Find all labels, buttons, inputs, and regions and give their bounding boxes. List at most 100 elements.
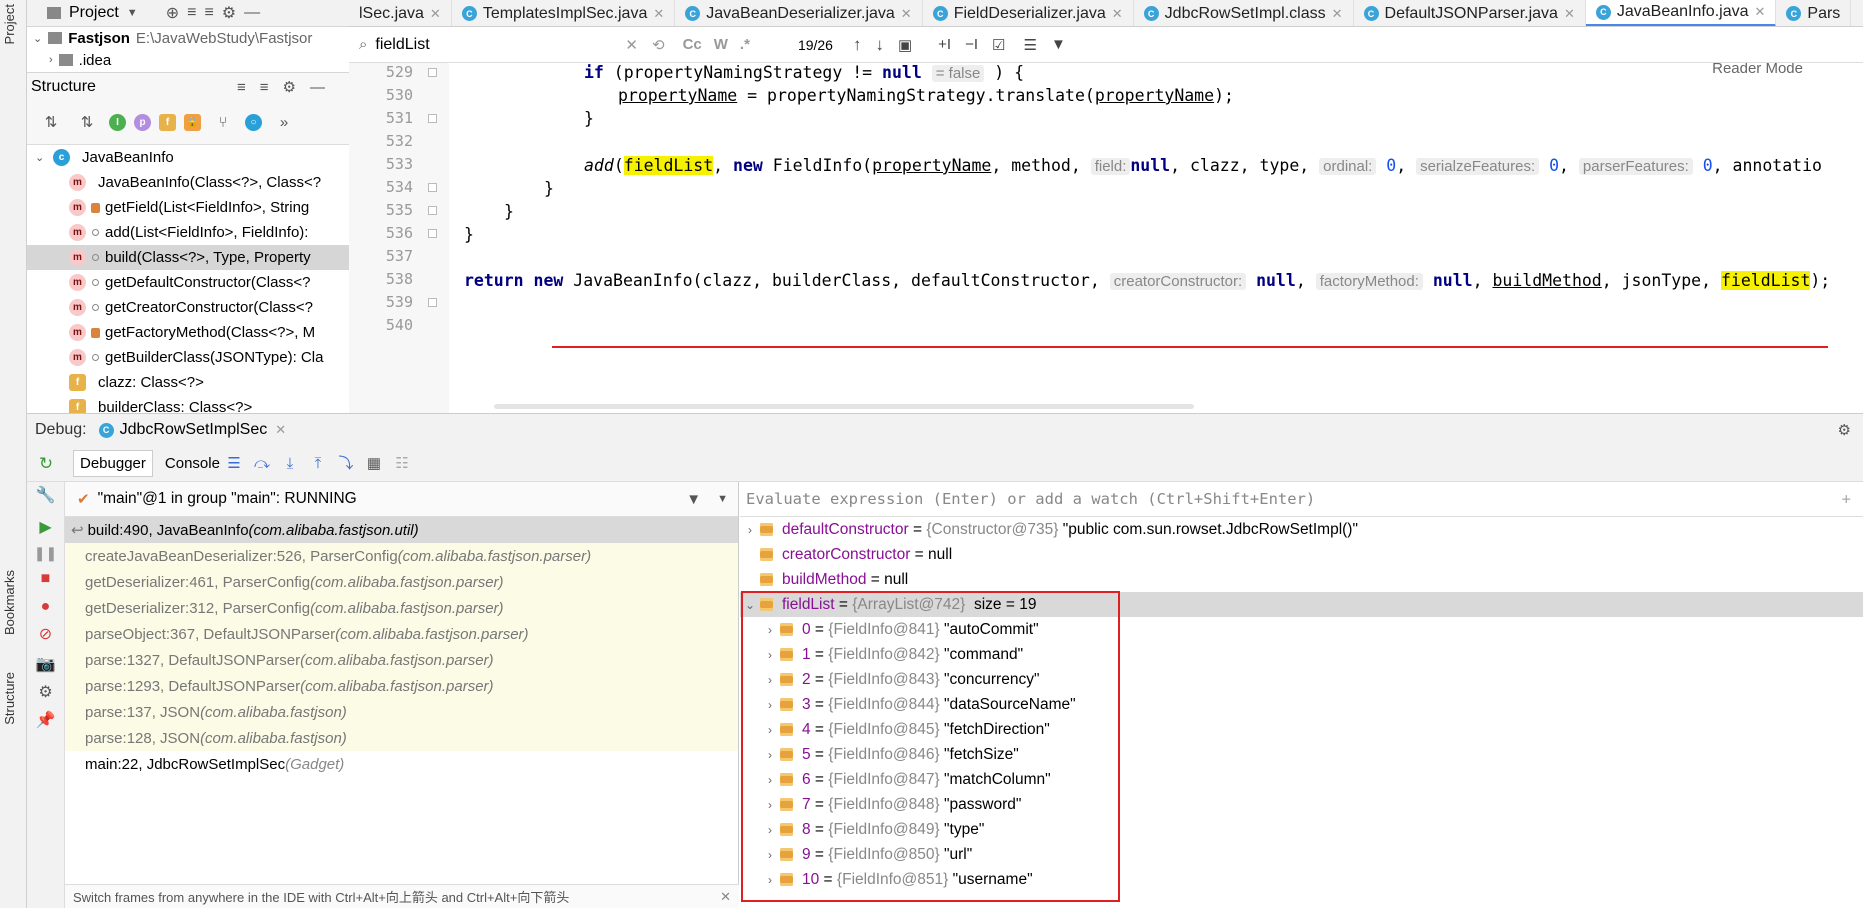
tab-debugger[interactable]: Debugger — [73, 450, 153, 477]
collapse-icon[interactable]: ≡ — [237, 79, 260, 96]
step-over-icon[interactable]: ⤼ — [254, 455, 270, 472]
horizontal-scrollbar[interactable] — [494, 404, 1194, 409]
stack-frame[interactable]: getDeserializer:312, ParserConfig (com.a… — [65, 595, 738, 621]
fold-icon[interactable] — [428, 298, 437, 307]
filter-icon[interactable]: ▼ — [1051, 36, 1066, 53]
close-icon[interactable]: ✕ — [430, 6, 441, 22]
gear-icon[interactable]: ⚙ — [222, 3, 236, 23]
stack-frame[interactable]: createJavaBeanDeserializer:526, ParserCo… — [65, 543, 738, 569]
structure-item[interactable]: m getCreatorConstructor(Class<? — [27, 295, 349, 320]
run-to-cursor-icon[interactable]: ⤵ — [338, 455, 354, 472]
view-breakpoints-icon[interactable]: ● — [27, 598, 64, 616]
close-icon[interactable]: ✕ — [1112, 6, 1123, 22]
close-icon[interactable]: ✕ — [275, 422, 286, 438]
sort-alpha-icon[interactable]: ⇅ — [43, 114, 59, 131]
gear-icon[interactable]: ⚙ — [1838, 421, 1851, 439]
camera-icon[interactable]: 📷 — [27, 654, 64, 674]
structure-item[interactable]: m getBuilderClass(JSONType): Cla — [27, 345, 349, 370]
chevron-down-icon[interactable]: ▼ — [127, 7, 138, 19]
structure-item[interactable]: m getField(List<FieldInfo>, String — [27, 195, 349, 220]
variable-row[interactable]: › defaultConstructor = {Constructor@735} … — [740, 517, 1863, 542]
code-editor[interactable]: Reader Mode if (propertyNamingStrategy !… — [449, 63, 1863, 413]
previous-occurrence-icon[interactable]: ↑ — [853, 35, 862, 55]
rerun-icon[interactable]: ↻ — [27, 454, 65, 474]
select-all-occurrences-icon[interactable]: ☑ — [992, 36, 1005, 54]
bookmarks-tool-tab[interactable]: Bookmarks — [2, 570, 17, 635]
hierarchy-icon[interactable]: ⑂ — [215, 114, 231, 131]
stack-frame[interactable]: getDeserializer:461, ParserConfig (com.a… — [65, 569, 738, 595]
wrench-icon[interactable]: 🔧 — [27, 485, 64, 505]
project-tool-tab[interactable]: Project — [2, 4, 17, 44]
evaluate-icon[interactable]: ▦ — [366, 455, 382, 472]
gear-icon[interactable]: ⚙ — [283, 79, 310, 96]
variable-row[interactable]: buildMethod = null — [740, 567, 1863, 592]
stack-frame[interactable]: parse:1327, DefaultJSONParser (com.aliba… — [65, 647, 738, 673]
search-input[interactable]: fieldList — [375, 36, 625, 54]
mute-breakpoints-icon[interactable]: ⊘ — [27, 624, 64, 644]
show-fields-icon[interactable]: f — [159, 114, 176, 131]
show-properties-icon[interactable]: p — [134, 114, 151, 131]
regex-button[interactable]: .* — [740, 36, 750, 53]
editor-tab[interactable]: C FieldDeserializer.java ✕ — [923, 0, 1134, 26]
project-root-row[interactable]: ⌄ Fastjson E:\JavaWebStudy\Fastjsor — [27, 27, 349, 49]
sort-visibility-icon[interactable]: ⇅ — [79, 114, 95, 131]
close-icon[interactable]: ✕ — [720, 889, 731, 905]
editor-tab[interactable]: C DefaultJSONParser.java ✕ — [1354, 0, 1586, 26]
stack-frame[interactable]: parse:1293, DefaultJSONParser (com.aliba… — [65, 673, 738, 699]
trace-icon[interactable]: ☷ — [394, 455, 410, 472]
chevron-down-icon[interactable]: ⌄ — [35, 151, 53, 164]
fold-icon[interactable] — [428, 229, 437, 238]
stack-frame[interactable]: main:22, JdbcRowSetImplSec (Gadget) — [65, 751, 738, 777]
fold-icon[interactable] — [428, 68, 437, 77]
step-into-icon[interactable]: ⤓ — [282, 455, 298, 472]
editor-tab[interactable]: C JavaBeanDeserializer.java ✕ — [675, 0, 923, 26]
structure-tool-tab[interactable]: Structure — [2, 672, 17, 725]
whole-words-button[interactable]: W — [714, 36, 728, 53]
menu-icon[interactable]: ☰ — [226, 455, 242, 472]
fold-icon[interactable] — [428, 114, 437, 123]
match-case-button[interactable]: Cc — [683, 36, 702, 53]
fold-icon[interactable] — [428, 206, 437, 215]
structure-item[interactable]: m JavaBeanInfo(Class<?>, Class<? — [27, 170, 349, 195]
close-icon[interactable]: ✕ — [1564, 6, 1575, 22]
expand-all-icon[interactable]: ≡ — [204, 4, 213, 22]
close-icon[interactable]: ✕ — [653, 6, 664, 22]
step-out-icon[interactable]: ⤒ — [310, 455, 326, 472]
close-icon[interactable]: ✕ — [1332, 6, 1343, 22]
project-panel-title[interactable]: Project — [69, 4, 119, 22]
clear-icon[interactable]: ✕ — [625, 36, 638, 54]
structure-item[interactable]: f clazz: Class<?> — [27, 370, 349, 395]
editor-tab[interactable]: C TemplatesImplSec.java ✕ — [452, 0, 676, 26]
gear-icon[interactable]: ⚙ — [27, 682, 64, 702]
fold-icon[interactable] — [428, 183, 437, 192]
target-icon[interactable]: ⊕ — [166, 3, 179, 23]
structure-item[interactable]: f builderClass: Class<?> — [27, 395, 349, 413]
chevron-down-icon[interactable]: ⌄ — [33, 32, 42, 45]
close-icon[interactable]: ✕ — [1755, 4, 1766, 20]
show-anonymous-icon[interactable]: ○ — [245, 114, 262, 131]
chevron-right-icon[interactable]: › — [49, 54, 53, 66]
chevron-down-icon[interactable]: ▼ — [717, 493, 728, 505]
debug-session-tab[interactable]: JdbcRowSetImplSec — [120, 421, 268, 439]
chevron-right-icon[interactable]: › — [740, 523, 760, 537]
thread-selector[interactable]: ✔ "main"@1 in group "main": RUNNING ▼ ▼ — [65, 482, 738, 517]
close-icon[interactable]: ✕ — [901, 6, 912, 22]
stop-icon[interactable]: ■ — [27, 570, 64, 588]
variable-row[interactable]: creatorConstructor = null — [740, 542, 1863, 567]
minimize-icon[interactable]: — — [310, 79, 339, 96]
reader-mode-button[interactable]: Reader Mode — [1712, 63, 1803, 77]
stack-frame[interactable]: parseObject:367, DefaultJSONParser (com.… — [65, 621, 738, 647]
filter-icon[interactable]: ▼ — [686, 491, 701, 508]
stack-frame[interactable]: ↩ build:490, JavaBeanInfo (com.alibaba.fa… — [65, 517, 738, 543]
project-child-row[interactable]: › .idea — [27, 49, 349, 71]
structure-item[interactable]: m getFactoryMethod(Class<?>, M — [27, 320, 349, 345]
editor-tab[interactable]: C JdbcRowSetImpl.class ✕ — [1134, 0, 1354, 26]
stack-frame[interactable]: parse:128, JSON (com.alibaba.fastjson) — [65, 725, 738, 751]
expand-icon[interactable]: ≡ — [260, 79, 283, 96]
resume-icon[interactable]: ▶ — [27, 517, 64, 537]
show-inherited-icon[interactable]: I — [109, 114, 126, 131]
search-icon[interactable]: ⌕ — [359, 36, 367, 53]
more-icon[interactable]: » — [276, 114, 292, 131]
editor-tab[interactable]: C Pars — [1776, 0, 1852, 26]
structure-item[interactable]: m build(Class<?>, Type, Property — [27, 245, 349, 270]
